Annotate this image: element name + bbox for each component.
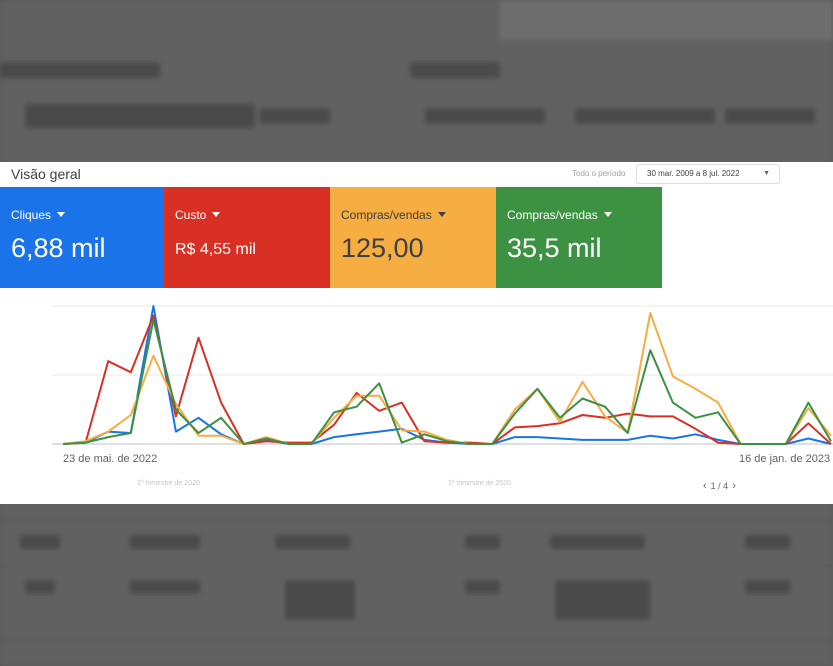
background-cell [555,580,650,620]
dropdown-arrow-icon [437,212,446,217]
background-divider [0,640,833,641]
background-heading [0,62,160,78]
background-cell [130,580,200,594]
metric-label: Compras/vendas [507,208,598,222]
background-toolbar [425,108,545,124]
footer-note: 1º trimestre de 2020 [448,480,511,487]
metric-label: Compras/vendas [341,208,432,222]
series-line-1 [62,314,832,445]
background-divider [0,565,833,566]
metric-card-cost[interactable]: Custo R$ 4,55 mil [164,187,330,288]
background-cell [20,535,60,549]
dropdown-arrow-icon [603,212,612,217]
metric-cards: Cliques 6,88 mil Custo R$ 4,55 mil Compr… [0,187,662,288]
background-divider [0,520,833,521]
background-cell [745,580,790,594]
metric-selector[interactable]: Custo [175,208,221,222]
series-line-3 [62,318,832,445]
dropdown-arrow-icon [57,212,66,217]
metric-selector[interactable]: Compras/vendas [341,208,446,222]
background-toolbar [260,108,330,124]
metric-selector[interactable]: Cliques [11,208,66,222]
metric-card-clicks[interactable]: Cliques 6,88 mil [0,187,164,288]
background-header [500,0,833,40]
x-axis-start-label: 23 de mai. de 2022 [63,453,158,465]
footer-note: 1º trimestre de 2020 [137,480,200,487]
date-range-value: 30 mar. 2009 a 8 jul. 2022 [647,169,740,178]
background-heading [410,62,500,78]
background-toolbar [725,108,815,124]
background-cell [550,535,645,549]
panel-title: Visão geral [11,166,81,182]
background-cell [25,580,55,594]
metric-selector[interactable]: Compras/vendas [507,208,612,222]
metric-value: R$ 4,55 mil [175,241,256,258]
background-cell [745,535,790,549]
background-cell [130,535,200,549]
chevron-right-icon[interactable]: › [732,480,736,492]
chevron-left-icon[interactable]: ‹ [703,480,707,492]
performance-line-chart [52,305,833,445]
metric-value: 6,88 mil [11,233,106,263]
background-cell [275,535,350,549]
metric-card-purchases[interactable]: Compras/vendas 125,00 [330,187,496,288]
date-range-select[interactable]: 30 mar. 2009 a 8 jul. 2022 ▼ [636,164,780,184]
metric-value: 125,00 [341,233,424,263]
dropdown-caret-icon: ▼ [763,170,770,177]
metric-card-purchases-value[interactable]: Compras/vendas 35,5 mil [496,187,662,288]
x-axis-end-label: 16 de jan. de 2023 [739,453,831,465]
background-toolbar [575,108,715,124]
metric-value: 35,5 mil [507,233,602,263]
metric-label: Cliques [11,208,52,222]
metric-label: Custo [175,208,207,222]
overview-panel: Visão geral Todo o período 30 mar. 2009 … [0,162,833,504]
background-toolbar [25,104,255,128]
background-cell [465,535,500,549]
background-cell [465,580,500,594]
pager-text: 1 / 4 [710,481,729,491]
chart-pager: ‹ 1 / 4 › [703,480,736,492]
series-line-2 [62,311,832,445]
background-cell [285,580,355,620]
period-label: Todo o período [572,169,626,178]
dropdown-arrow-icon [212,212,221,217]
